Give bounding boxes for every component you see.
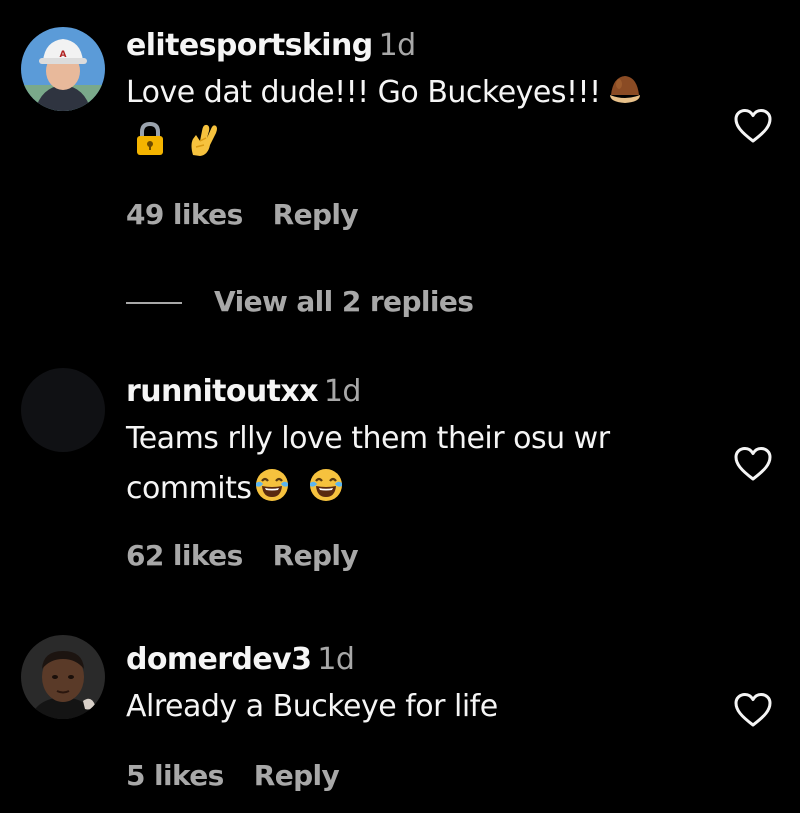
comment-body: elitesportsking 1d Love dat dude!!! Go Bu…: [126, 24, 686, 168]
comment-text-line: Teams rlly love them their osu wr: [126, 421, 610, 456]
likes-count[interactable]: 5 likes: [126, 759, 224, 792]
comment-header: domerdev3 1d: [126, 638, 686, 682]
comment-text-line: Love dat dude!!! Go Buckeyes!!!: [126, 75, 601, 110]
reply-button[interactable]: Reply: [273, 198, 359, 231]
face-with-tears-of-joy-emoji: [254, 467, 290, 503]
comment-header: runnitoutxx 1d: [126, 370, 686, 414]
likes-count[interactable]: 62 likes: [126, 539, 243, 572]
likes-count[interactable]: 49 likes: [126, 198, 243, 231]
heart-outline-icon: [734, 447, 772, 481]
view-replies-label: View all 2 replies: [214, 285, 474, 318]
replies-divider: [126, 302, 182, 304]
username[interactable]: elitesportsking: [126, 28, 373, 63]
chestnut-emoji: [607, 71, 643, 107]
reply-button[interactable]: Reply: [273, 539, 359, 572]
avatar[interactable]: [21, 635, 105, 719]
comment-emoji-line: [126, 118, 686, 168]
comment-actions: 62 likes Reply: [126, 536, 359, 576]
username[interactable]: domerdev3: [126, 642, 312, 677]
locked-padlock-emoji: [132, 121, 168, 157]
heart-outline-icon: [734, 109, 772, 143]
comment-text: commits: [126, 464, 686, 514]
timestamp[interactable]: 1d: [324, 374, 362, 409]
svg-text:A: A: [60, 50, 67, 60]
username[interactable]: runnitoutxx: [126, 374, 319, 409]
comment-actions: 49 likes Reply: [126, 195, 359, 235]
heart-outline-icon: [734, 693, 772, 727]
avatar[interactable]: [21, 368, 105, 452]
like-button[interactable]: [733, 108, 773, 144]
comment-actions: 5 likes Reply: [126, 756, 340, 796]
comment-body: domerdev3 1d Already a Buckeye for life: [126, 638, 686, 732]
view-replies-button[interactable]: View all 2 replies: [126, 282, 474, 322]
comment-text-line: Already a Buckeye for life: [126, 689, 498, 724]
face-with-tears-of-joy-emoji: [308, 467, 344, 503]
comment-header: elitesportsking 1d: [126, 24, 686, 68]
timestamp[interactable]: 1d: [379, 28, 417, 63]
like-button[interactable]: [733, 446, 773, 482]
comment-text: Love dat dude!!! Go Buckeyes!!!: [126, 68, 686, 118]
like-button[interactable]: [733, 692, 773, 728]
reply-button[interactable]: Reply: [254, 759, 340, 792]
comment-text-line: commits: [126, 471, 252, 506]
avatar[interactable]: A: [21, 27, 105, 111]
crossed-fingers-emoji: [184, 121, 220, 157]
timestamp[interactable]: 1d: [317, 642, 355, 677]
comment-body: runnitoutxx 1d Teams rlly love them their…: [126, 370, 686, 514]
